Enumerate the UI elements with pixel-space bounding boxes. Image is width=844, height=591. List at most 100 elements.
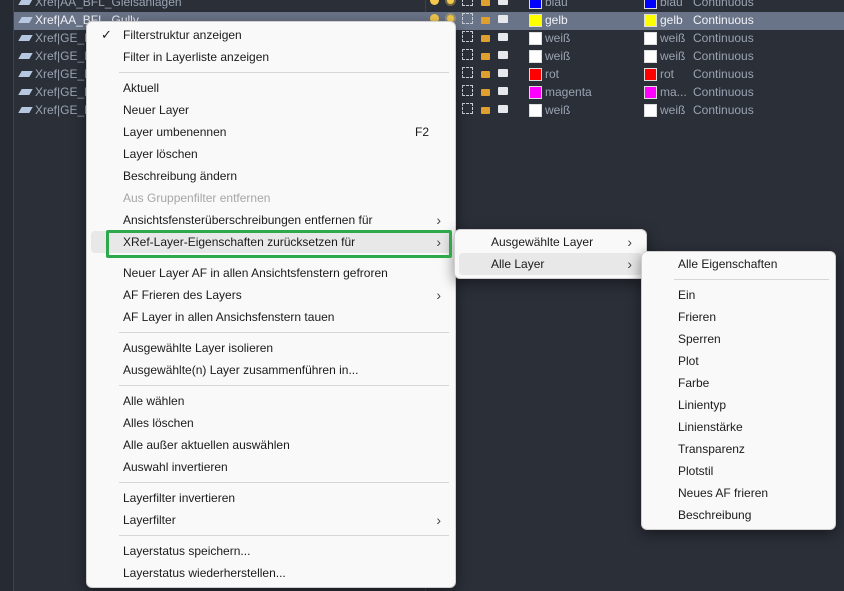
viewport-freeze-icon[interactable] (462, 85, 473, 96)
menu-item-label: Ansichtsfensterüberschreibungen entferne… (123, 213, 373, 227)
viewport-freeze-icon[interactable] (462, 49, 473, 60)
color-swatch[interactable] (529, 50, 542, 63)
layer-name-cell: Xref|GE_M (18, 49, 94, 63)
menu-item-linientyp[interactable]: Linientyp (646, 394, 831, 416)
plot-icon[interactable] (498, 68, 508, 77)
vp-color-swatch[interactable] (644, 32, 657, 45)
vp-color-name: blau (660, 0, 683, 9)
menu-item-shortcut: F2 (414, 125, 429, 139)
menu-item-frieren[interactable]: Frieren (646, 306, 831, 328)
menu-item-label: Plotstil (678, 464, 714, 478)
freeze-icon[interactable] (447, 0, 454, 4)
menu-item-layerstatus-speichern[interactable]: Layerstatus speichern... (91, 540, 451, 562)
menu-item-beschreibung-ändern[interactable]: Beschreibung ändern (91, 165, 451, 187)
menu-item-ausgewählte-n-layer-zusammenführen-in[interactable]: Ausgewählte(n) Layer zusammenführen in..… (91, 359, 451, 381)
menu-item-label: Beschreibung ändern (123, 169, 238, 183)
menu-item-alle-eigenschaften[interactable]: Alle Eigenschaften (646, 253, 831, 275)
viewport-freeze-icon[interactable] (462, 67, 473, 78)
plot-icon[interactable] (498, 50, 508, 59)
menu-item-alles-löschen[interactable]: Alles löschen (91, 412, 451, 434)
menu-item-layer-löschen[interactable]: Layer löschen (91, 143, 451, 165)
menu-item-label: Farbe (678, 376, 710, 390)
vp-color-swatch[interactable] (644, 50, 657, 63)
menu-item-label: Layerfilter (123, 513, 176, 527)
color-swatch[interactable] (529, 32, 542, 45)
vp-color-swatch[interactable] (644, 104, 657, 117)
plot-icon[interactable] (498, 14, 508, 23)
vp-color-name: rot (660, 67, 675, 81)
layer-icon (18, 35, 33, 41)
menu-item-af-frieren-des-layers[interactable]: AF Frieren des Layers › (91, 284, 451, 306)
menu-item-label: Transparenz (678, 442, 745, 456)
menu-item-alle-layer[interactable]: Alle Layer › (459, 253, 642, 275)
plot-icon[interactable] (498, 0, 508, 5)
menu-item-label: Aktuell (123, 81, 160, 95)
color-name: blau (545, 0, 568, 9)
lock-icon[interactable] (481, 34, 490, 42)
menu-item-neuer-layer-af-in-allen-ansichtsfenstern-gefroren[interactable]: Neuer Layer AF in allen Ansichtsfenstern… (91, 262, 451, 284)
viewport-freeze-icon[interactable] (462, 31, 473, 42)
menu-item-linienstärke[interactable]: Linienstärke (646, 416, 831, 438)
vp-color-name: weiß (660, 31, 686, 45)
menu-item-ansichtsfensterüberschreibungen-entfernen-für[interactable]: Ansichtsfensterüberschreibungen entferne… (91, 209, 451, 231)
menu-item-beschreibung[interactable]: Beschreibung (646, 504, 831, 526)
plot-icon[interactable] (498, 32, 508, 41)
on-off-icon[interactable] (430, 0, 439, 5)
color-swatch[interactable] (529, 14, 542, 27)
menu-item-ausgewählte-layer[interactable]: Ausgewählte Layer › (459, 231, 642, 253)
menu-item-label: Auswahl invertieren (123, 460, 228, 474)
menu-item-alle-wählen[interactable]: Alle wählen (91, 390, 451, 412)
menu-item-layerfilter[interactable]: Layerfilter › (91, 509, 451, 531)
viewport-freeze-icon[interactable] (462, 0, 473, 6)
menu-item-plotstil[interactable]: Plotstil (646, 460, 831, 482)
menu-item-layer-umbenennen[interactable]: Layer umbenennen F2 (91, 121, 451, 143)
lock-icon[interactable] (481, 70, 490, 78)
menu-item-alle-außer-aktuellen-auswählen[interactable]: Alle außer aktuellen auswählen (91, 434, 451, 456)
menu-item-label: Alle Layer (491, 257, 545, 271)
menu-item-xref-layer-eigenschaften-zurücksetzen-für[interactable]: XRef-Layer-Eigenschaften zurücksetzen fü… (91, 231, 451, 253)
color-swatch[interactable] (529, 0, 542, 9)
menu-item-auswahl-invertieren[interactable]: Auswahl invertieren (91, 456, 451, 478)
menu-item-sperren[interactable]: Sperren (646, 328, 831, 350)
menu-item-neuer-layer[interactable]: Neuer Layer (91, 99, 451, 121)
menu-item-ausgewählte-layer-isolieren[interactable]: Ausgewählte Layer isolieren (91, 337, 451, 359)
menu-item-filter-in-layerliste-anzeigen[interactable]: Filter in Layerliste anzeigen (91, 46, 451, 68)
plot-icon[interactable] (498, 86, 508, 95)
layer-name-cell: Xref|GE_M (18, 31, 94, 45)
vp-color-swatch[interactable] (644, 0, 657, 9)
plot-icon[interactable] (498, 104, 508, 113)
linetype-name: Continuous (693, 67, 754, 81)
color-swatch[interactable] (529, 104, 542, 117)
vp-color-swatch[interactable] (644, 86, 657, 99)
viewport-freeze-icon[interactable] (462, 103, 473, 114)
menu-item-filterstruktur-anzeigen[interactable]: Filterstruktur anzeigen ✓ (91, 24, 451, 46)
viewport-freeze-icon[interactable] (462, 13, 473, 24)
color-swatch[interactable] (529, 86, 542, 99)
menu-item-label: Alle wählen (123, 394, 185, 408)
color-swatch[interactable] (529, 68, 542, 81)
linetype-name: Continuous (693, 31, 754, 45)
table-row[interactable]: Xref|AA_BFL_Gleisanlagen blau blau Continuo… (14, 0, 844, 12)
menu-item-af-layer-in-allen-ansichsfenstern-tauen[interactable]: AF Layer in allen Ansichsfenstern tauen (91, 306, 451, 328)
menu-item-aktuell[interactable]: Aktuell (91, 77, 451, 99)
lock-icon[interactable] (481, 106, 490, 114)
menu-item-transparenz[interactable]: Transparenz (646, 438, 831, 460)
vp-color-swatch[interactable] (644, 14, 657, 27)
menu-item-layerstatus-wiederherstellen[interactable]: Layerstatus wiederherstellen... (91, 562, 451, 584)
menu-item-plot[interactable]: Plot (646, 350, 831, 372)
color-name: gelb (545, 13, 568, 27)
checkmark-icon: ✓ (101, 27, 112, 42)
menu-item-label: Alles löschen (123, 416, 194, 430)
menu-item-neues-af-frieren[interactable]: Neues AF frieren (646, 482, 831, 504)
menu-item-label: Ausgewählte Layer isolieren (123, 341, 274, 355)
lock-icon[interactable] (481, 88, 490, 96)
lock-icon[interactable] (481, 16, 490, 24)
chevron-right-icon: › (436, 212, 441, 228)
lock-icon[interactable] (481, 52, 490, 60)
lock-icon[interactable] (481, 0, 490, 6)
vp-color-swatch[interactable] (644, 68, 657, 81)
color-name: magenta (545, 85, 592, 99)
menu-item-layerfilter-invertieren[interactable]: Layerfilter invertieren (91, 487, 451, 509)
menu-item-farbe[interactable]: Farbe (646, 372, 831, 394)
menu-item-ein[interactable]: Ein (646, 284, 831, 306)
